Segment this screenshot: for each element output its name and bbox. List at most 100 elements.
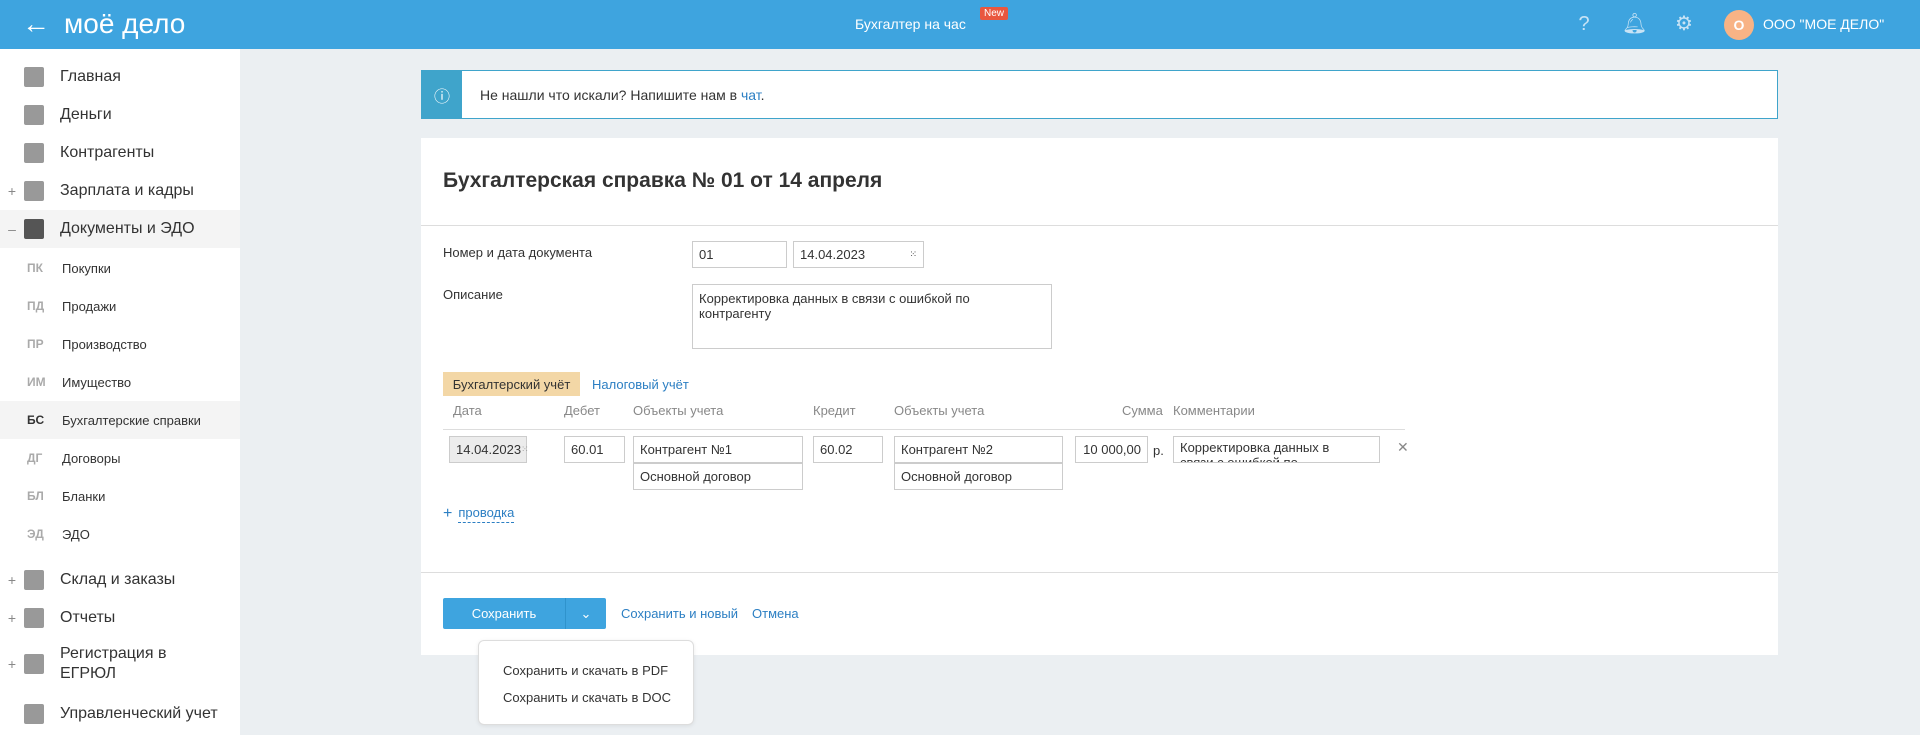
label: Договоры — [62, 450, 121, 466]
abbr: ПК — [27, 261, 43, 275]
ruble-icon — [24, 704, 44, 724]
doc-date-input[interactable]: 14.04.2023 ⁙ — [793, 241, 924, 268]
new-badge: New — [980, 7, 1009, 20]
expand-icon[interactable]: + — [0, 656, 24, 672]
sidebar-item-home[interactable]: Главная — [0, 58, 240, 96]
salary-icon — [24, 181, 44, 201]
expand-icon[interactable]: + — [0, 183, 24, 199]
menu-item-save-pdf[interactable]: Сохранить и скачать в PDF — [503, 663, 668, 678]
sum-input[interactable]: 10 000,00 — [1075, 436, 1148, 463]
back-arrow-icon[interactable]: ← — [22, 8, 50, 40]
col-date: Дата — [453, 403, 482, 418]
label: Деньги — [60, 106, 112, 123]
currency-label: р. — [1153, 443, 1164, 458]
debit-object-2[interactable]: Основной договор — [633, 463, 803, 490]
sidebar-sub-forms[interactable]: БЛ Бланки — [0, 477, 240, 515]
org-name[interactable]: ООО "МОЕ ДЕЛО" — [1763, 16, 1884, 32]
abbr: ПД — [27, 299, 45, 313]
folder-icon — [24, 219, 44, 239]
page-title: Бухгалтерская справка № 01 от 14 апреля — [443, 169, 883, 192]
info-text: Не нашли что искали? Напишите нам в чат. — [480, 87, 765, 103]
col-debit: Дебет — [564, 403, 600, 418]
sidebar-sub-contracts[interactable]: ДГ Договоры — [0, 439, 240, 477]
calendar-icon[interactable]: ⁙ — [521, 444, 529, 455]
calendar-icon[interactable]: ⁙ — [909, 249, 917, 260]
plus-icon: + — [443, 505, 453, 522]
logo-text: моё дело — [64, 8, 186, 39]
sidebar-item-warehouse[interactable]: + Склад и заказы — [0, 561, 240, 599]
tab-accounting[interactable]: Бухгалтерский учёт — [443, 372, 580, 396]
sidebar-item-reports[interactable]: + Отчеты — [0, 599, 240, 637]
warehouse-icon — [24, 570, 44, 590]
gear-icon[interactable]: ⚙ — [1672, 12, 1696, 36]
logo[interactable]: ← моё дело — [22, 8, 185, 40]
sidebar-sub-purchases[interactable]: ПК Покупки — [0, 249, 240, 287]
menu-item-save-doc[interactable]: Сохранить и скачать в DOC — [503, 690, 671, 705]
money-icon — [24, 105, 44, 125]
abbr: ПР — [27, 337, 44, 351]
sidebar-sub-property[interactable]: ИМ Имущество — [0, 363, 240, 401]
delete-row-icon[interactable]: ✕ — [1397, 439, 1409, 456]
debit-object-1[interactable]: Контрагент №1 — [633, 436, 803, 463]
sidebar-sub-production[interactable]: ПР Производство — [0, 325, 240, 363]
abbr: ДГ — [27, 451, 43, 465]
credit-input[interactable]: 60.02 — [813, 436, 883, 463]
label: Документы и ЭДО — [60, 220, 195, 237]
col-credit-objects: Объекты учета — [894, 403, 985, 418]
credit-object-2[interactable]: Основной договор — [894, 463, 1063, 490]
label: Покупки — [62, 260, 111, 276]
label: Производство — [62, 336, 147, 352]
sidebar-item-contractors[interactable]: Контрагенты — [0, 134, 240, 172]
abbr: ЭД — [27, 527, 44, 541]
entry-date-input[interactable]: 14.04.2023 ⁙ — [449, 436, 529, 463]
sidebar-item-salary[interactable]: + Зарплата и кадры — [0, 172, 240, 210]
sidebar-sub-edo[interactable]: ЭД ЭДО — [0, 515, 240, 553]
label: ЭДО — [62, 526, 90, 542]
sidebar-item-management[interactable]: Управленческий учет — [0, 695, 240, 733]
bell-icon[interactable]: 🔔︎ — [1622, 12, 1647, 36]
accountant-link[interactable]: Бухгалтер на час — [855, 16, 966, 32]
info-dot: . — [760, 86, 765, 103]
credit-object-1[interactable]: Контрагент №2 — [894, 436, 1063, 463]
save-and-new-link[interactable]: Сохранить и новый — [621, 606, 738, 621]
sidebar-item-registration[interactable]: + Регистрация в ЕГРЮЛ — [0, 639, 240, 689]
doc-number-input[interactable]: 01 — [692, 241, 787, 268]
collapse-icon[interactable]: – — [0, 221, 24, 237]
label: Управленческий учет — [60, 705, 218, 722]
expand-icon[interactable]: + — [0, 572, 24, 588]
label: Склад и заказы — [60, 571, 176, 588]
abbr: ИМ — [27, 375, 46, 389]
save-dropdown-menu: Сохранить и скачать в PDF Сохранить и ск… — [478, 640, 694, 725]
sidebar-sub-sales[interactable]: ПД Продажи — [0, 287, 240, 325]
avatar[interactable]: О — [1724, 10, 1754, 40]
add-entry-link[interactable]: + проводка — [443, 505, 515, 523]
top-header: ← моё дело Бухгалтер на час New ? 🔔︎ ⚙ О … — [0, 0, 1920, 49]
expand-icon[interactable]: + — [0, 610, 24, 626]
label: Регистрация в ЕГРЮЛ — [60, 645, 167, 682]
save-button[interactable]: Сохранить — [443, 598, 566, 629]
tab-tax[interactable]: Налоговый учёт — [592, 377, 689, 392]
sidebar: Главная Деньги Контрагенты + Зарплата и к… — [0, 49, 240, 735]
debit-input[interactable]: 60.01 — [564, 436, 625, 463]
description-textarea[interactable]: Корректировка данных в связи с ошибкой п… — [692, 284, 1052, 349]
sidebar-item-money[interactable]: Деньги — [0, 96, 240, 134]
label: Отчеты — [60, 609, 116, 626]
person-icon — [24, 143, 44, 163]
abbr: БС — [27, 413, 45, 427]
col-credit: Кредит — [813, 403, 856, 418]
chevron-down-icon[interactable]: ⌄ — [566, 598, 606, 629]
sidebar-sub-accounting-notes[interactable]: БС Бухгалтерские справки — [0, 401, 240, 439]
info-message: Не нашли что искали? Напишите нам в — [480, 86, 741, 103]
date-value: 14.04.2023 — [456, 442, 522, 457]
cancel-link[interactable]: Отмена — [752, 606, 799, 621]
label: Контрагенты — [60, 144, 155, 161]
date-value: 14.04.2023 — [800, 247, 866, 262]
label: Зарплата и кадры — [60, 182, 194, 199]
comment-textarea[interactable]: Корректировка данных в связи с ошибкой п… — [1173, 436, 1380, 463]
report-icon — [24, 608, 44, 628]
label: Бланки — [62, 488, 106, 504]
info-icon: ⓘ — [422, 71, 462, 118]
chat-link[interactable]: чат — [741, 87, 761, 103]
sidebar-item-documents[interactable]: – Документы и ЭДО — [0, 210, 240, 248]
help-icon[interactable]: ? — [1572, 12, 1596, 36]
